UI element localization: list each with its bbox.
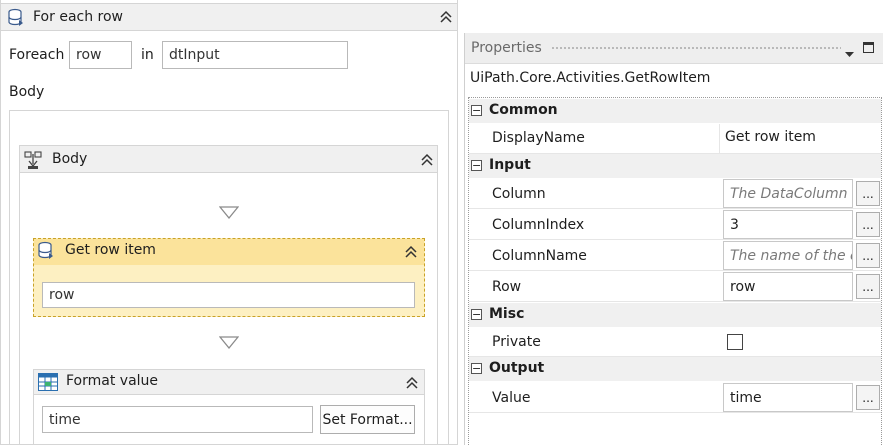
- database-icon: [7, 8, 25, 32]
- columnname-ellipsis-button[interactable]: ...: [856, 243, 880, 268]
- category-label: Input: [489, 157, 531, 173]
- in-label: in: [141, 47, 154, 63]
- collapse-chevron-icon[interactable]: [404, 245, 418, 262]
- foreach-item-input[interactable]: row: [69, 41, 132, 69]
- drop-arrow-icon[interactable]: [218, 206, 240, 223]
- foreach-label: Foreach: [9, 47, 65, 63]
- category-label: Common: [489, 102, 558, 118]
- table-grid-icon: [38, 373, 58, 395]
- property-row-columnname[interactable]: ColumnName The name of the co ...: [469, 240, 881, 271]
- category-label: Misc: [489, 306, 525, 322]
- foreach-title: For each row: [33, 9, 124, 25]
- sequence-icon: [24, 150, 42, 174]
- collapse-chevron-icon[interactable]: [439, 10, 453, 27]
- row-ellipsis-button[interactable]: ...: [856, 274, 880, 299]
- set-format-button[interactable]: Set Format...: [320, 405, 415, 434]
- property-label: ColumnName: [492, 248, 587, 264]
- activity-type-label: UiPath.Core.Activities.GetRowItem: [470, 70, 711, 86]
- foreach-header[interactable]: For each row: [0, 3, 458, 31]
- property-row-row[interactable]: Row row ...: [469, 271, 881, 302]
- column-divider[interactable]: [719, 124, 720, 154]
- get-row-item-header[interactable]: Get row item: [34, 239, 424, 265]
- category-misc[interactable]: − Misc: [469, 303, 881, 327]
- column-input[interactable]: The DataColumn o: [723, 179, 853, 208]
- property-label: Column: [492, 186, 546, 202]
- category-output[interactable]: − Output: [469, 357, 881, 381]
- get-row-item-row-input[interactable]: row: [42, 282, 415, 308]
- drop-arrow-icon[interactable]: [218, 336, 240, 353]
- property-label: DisplayName: [492, 130, 585, 146]
- property-row-column[interactable]: Column The DataColumn o ...: [469, 178, 881, 209]
- properties-panel: Properties UiPath.Core.Activities.GetRow…: [464, 33, 883, 445]
- property-row-columnindex[interactable]: ColumnIndex 3 ...: [469, 209, 881, 240]
- workflow-designer: For each row Foreach row in dtInput Body…: [0, 0, 458, 445]
- collapse-icon[interactable]: −: [471, 160, 482, 171]
- property-label: Row: [492, 279, 522, 295]
- category-label: Output: [489, 360, 545, 376]
- column-ellipsis-button[interactable]: ...: [856, 181, 880, 206]
- category-common[interactable]: − Common: [469, 99, 881, 123]
- property-label: ColumnIndex: [492, 217, 585, 233]
- value-input[interactable]: time: [723, 383, 853, 412]
- body-label: Body: [9, 84, 45, 100]
- titlebar-grip[interactable]: [551, 46, 841, 51]
- value-ellipsis-button[interactable]: ...: [856, 385, 880, 410]
- category-input[interactable]: − Input: [469, 154, 881, 178]
- body-sequence-header[interactable]: Body: [19, 145, 438, 173]
- format-value-input[interactable]: time: [42, 406, 313, 433]
- format-value-header[interactable]: Format value: [33, 369, 425, 395]
- property-row-displayname[interactable]: DisplayName Get row item: [469, 124, 881, 154]
- format-value-title: Format value: [66, 373, 159, 389]
- collapse-chevron-icon[interactable]: [420, 153, 434, 170]
- collapse-icon[interactable]: −: [471, 309, 482, 320]
- collapse-icon[interactable]: −: [471, 105, 482, 116]
- property-row-private[interactable]: Private: [469, 327, 881, 357]
- foreach-collection-input[interactable]: dtInput: [162, 41, 348, 69]
- private-checkbox[interactable]: [727, 334, 743, 350]
- collapse-chevron-icon[interactable]: [405, 376, 419, 393]
- property-label: Private: [492, 334, 541, 350]
- get-row-item-title: Get row item: [65, 242, 156, 258]
- row-input[interactable]: row: [723, 272, 853, 301]
- property-label: Value: [492, 390, 531, 406]
- body-sequence-title: Body: [52, 151, 88, 167]
- columnindex-ellipsis-button[interactable]: ...: [856, 212, 880, 237]
- dropdown-icon[interactable]: [845, 46, 854, 62]
- database-icon: [37, 241, 55, 265]
- collapse-icon[interactable]: −: [471, 363, 482, 374]
- columnindex-input[interactable]: 3: [723, 210, 853, 239]
- properties-title: Properties: [471, 40, 542, 56]
- property-row-value[interactable]: Value time ...: [469, 382, 881, 413]
- property-value[interactable]: Get row item: [725, 129, 816, 145]
- columnname-input[interactable]: The name of the co: [723, 241, 853, 270]
- maximize-icon[interactable]: [863, 41, 874, 57]
- properties-titlebar: Properties: [465, 33, 883, 64]
